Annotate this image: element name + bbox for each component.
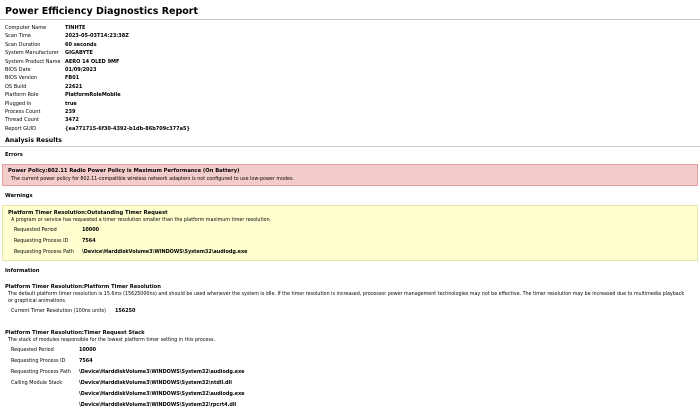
system-info-label: Plugged In: [5, 100, 32, 107]
information-heading: Information: [5, 268, 40, 274]
field-value: \Device\HarddiskVolume3\WINDOWS\System32…: [79, 369, 245, 375]
field-label: Requested Period: [11, 347, 54, 353]
info-stack-description: The stack of modules responsible for the…: [8, 338, 215, 343]
system-info-value: 01/09/2023: [65, 66, 97, 73]
system-info-value: AERO 14 OLED 9MF: [65, 58, 120, 65]
errors-heading: Errors: [5, 152, 23, 158]
field-value: 7564: [79, 358, 93, 364]
warning-title: Platform Timer Resolution:Outstanding Ti…: [8, 210, 168, 216]
system-info-label: System Product Name: [5, 58, 61, 65]
system-info-value: GIGABYTE: [65, 50, 93, 57]
system-info-label: Report GUID: [5, 125, 37, 132]
field-label: Calling Module Stack: [11, 380, 63, 386]
field-value: \Device\HarddiskVolume3\WINDOWS\System32…: [79, 391, 245, 397]
system-info-label: Scan Duration: [5, 41, 41, 48]
field-value: 10000: [82, 227, 100, 233]
field-label: Requesting Process ID: [14, 238, 69, 244]
system-info-value: 239: [65, 108, 76, 115]
system-info-label: Platform Role: [5, 92, 39, 99]
system-info-label: Scan Time: [5, 33, 31, 40]
field-value: \Device\HarddiskVolume3\WINDOWS\System32…: [79, 380, 232, 386]
system-info-value: {ea771715-6f30-4392-b1db-86b709c377a5}: [65, 125, 191, 132]
field-label: Current Timer Resolution (100ns units): [11, 308, 106, 314]
system-info-value: 60 seconds: [65, 41, 97, 48]
field-label: Requesting Process Path: [14, 249, 74, 255]
system-info-value: TINHTE: [65, 25, 86, 31]
field-value: 10000: [79, 347, 97, 353]
field-label: Requesting Process Path: [11, 369, 71, 375]
info-platform-description: The default platform timer resolution is…: [8, 292, 685, 304]
system-info-label: BIOS Version: [5, 75, 37, 82]
system-info-label: Thread Count: [5, 117, 39, 124]
field-value: \Device\HarddiskVolume3\WINDOWS\System32…: [79, 402, 237, 408]
analysis-divider: [0, 146, 700, 147]
info-platform-title: Platform Timer Resolution:Platform Timer…: [5, 284, 161, 290]
error-title: Power Policy:802.11 Radio Power Policy i…: [8, 168, 240, 174]
system-info-value: FB01: [65, 75, 80, 82]
warning-description: A program or service has requested a tim…: [11, 218, 272, 223]
warnings-heading: Warnings: [5, 193, 33, 199]
analysis-results-heading: Analysis Results: [5, 137, 62, 144]
field-value: 7564: [82, 238, 96, 244]
system-info-value: 2023-05-03T14:23:38Z: [65, 33, 129, 40]
error-item: Power Policy:802.11 Radio Power Policy i…: [2, 164, 698, 186]
title-divider: [0, 19, 700, 20]
system-info-value: 22621: [65, 83, 83, 90]
system-info-label: BIOS Date: [5, 66, 31, 73]
field-label: Requesting Process ID: [11, 358, 66, 364]
field-value: \Device\HarddiskVolume3\WINDOWS\System32…: [82, 249, 248, 255]
info-stack-title: Platform Timer Resolution:Timer Request …: [5, 330, 145, 336]
field-label: Requested Period: [14, 227, 57, 233]
system-info-label: System Manufacturer: [5, 50, 59, 57]
system-info-value: true: [65, 100, 77, 107]
system-info-label: Computer Name: [5, 25, 47, 31]
warning-item: Platform Timer Resolution:Outstanding Ti…: [2, 205, 698, 261]
field-value: 156250: [115, 308, 136, 314]
system-info-label: OS Build: [5, 83, 27, 90]
system-info-label: Process Count: [5, 108, 41, 115]
system-info-value: 3472: [65, 117, 79, 124]
report-title: Power Efficiency Diagnostics Report: [5, 6, 199, 17]
error-description: The current power policy for 802.11-comp…: [11, 177, 294, 182]
system-info-value: PlatformRoleMobile: [65, 92, 121, 99]
report-page: Power Efficiency Diagnostics Report Comp…: [0, 0, 700, 410]
